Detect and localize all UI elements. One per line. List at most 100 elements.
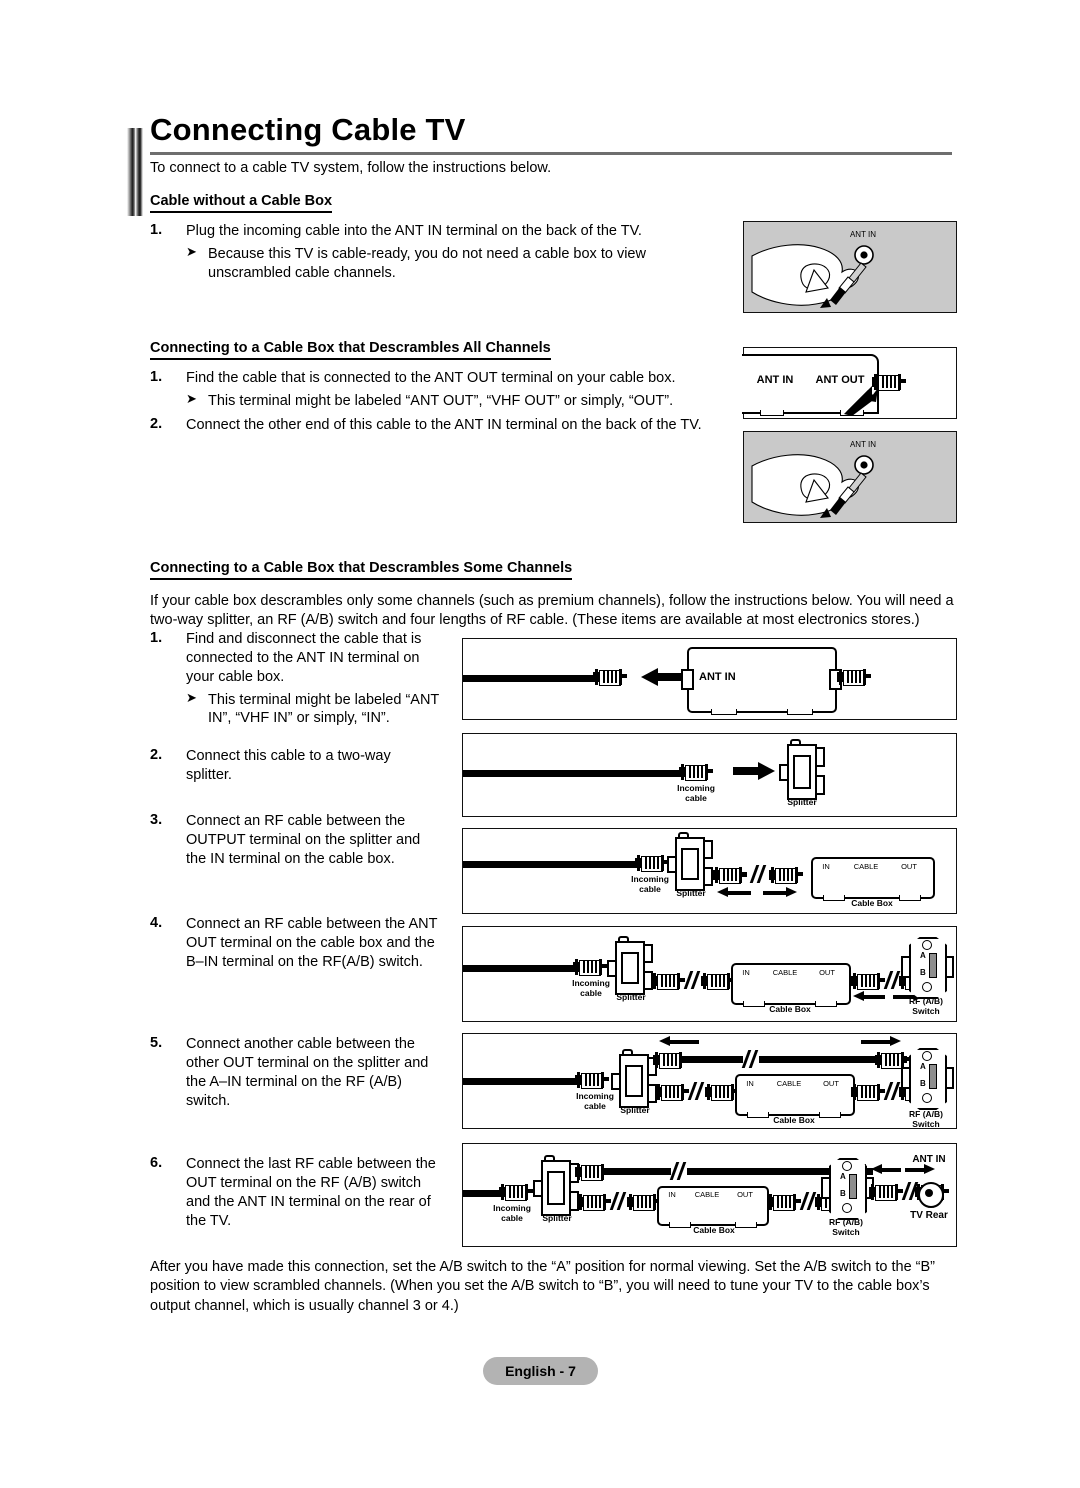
coax-connector-icon [679, 764, 713, 781]
cable-break-mark [609, 1192, 627, 1210]
coax-connector-icon [593, 669, 627, 686]
step-number: 1. [150, 222, 163, 238]
coax-connector-icon [869, 1184, 903, 1201]
cable-line [463, 770, 685, 777]
switch-position-b: B [840, 1188, 846, 1198]
direction-arrow-right-icon [733, 762, 775, 780]
coax-connector-icon [837, 669, 871, 686]
cable-break-mark [687, 1082, 705, 1100]
step-3-6: 6. Connect the last RF cable between the… [150, 1155, 440, 1230]
step-3-5: 5. Connect another cable between the oth… [150, 1035, 440, 1110]
step-3-4: 4. Connect an RF cable between the ANT O… [150, 915, 440, 972]
step-3-1: 1. Find and disconnect the cable that is… [150, 630, 440, 728]
step-text: Connect the other end of this cable to t… [186, 417, 702, 433]
splitter-icon [779, 739, 825, 800]
coax-connector-icon [851, 1084, 885, 1101]
box-port-in: IN [822, 862, 830, 871]
coax-connector-icon [653, 1052, 687, 1069]
label-cable-box: Cable Box [693, 1225, 735, 1235]
cable-line-upper [659, 1056, 907, 1063]
bullet-text: This terminal might be labeled “ANT OUT”… [208, 392, 674, 409]
box-port-in: IN [746, 1079, 754, 1088]
step-number: 3. [150, 812, 163, 828]
label-tv-rear: TV Rear [910, 1210, 948, 1221]
bullet-text: This terminal might be labeled “ANT IN”,… [208, 691, 440, 727]
coax-connector-icon [767, 1194, 801, 1211]
cable-box-foot [787, 709, 813, 715]
step-3-2: 2. Connect this cable to a two-way split… [150, 747, 440, 785]
direction-arrow-left-icon [641, 668, 681, 686]
splitter-icon [533, 1155, 579, 1216]
cable-line [463, 861, 641, 868]
switch-position-a: A [920, 1061, 926, 1071]
page-title: Connecting Cable TV [150, 112, 466, 147]
box-port-in: IN [668, 1190, 676, 1199]
label-rf-switch: RF (A/B) Switch [909, 1109, 943, 1129]
coax-connector-icon [635, 855, 669, 872]
subheading-cable-without-box: Cable without a Cable Box [150, 193, 333, 213]
figure-panel-1: ANT IN [462, 638, 957, 720]
figure-panel-2: Incoming cable Splitter [462, 733, 957, 817]
step-2-1: 1. Find the cable that is connected to t… [150, 369, 730, 411]
label-ant-in: ANT IN [912, 1154, 946, 1165]
step-number: 6. [150, 1155, 163, 1171]
figure-hand-ant-in-top: ANT IN [743, 221, 957, 313]
step-text: Find the cable that is connected to the … [186, 370, 676, 386]
rf-ab-switch-icon: A B [901, 937, 954, 999]
hand-illustration-icon [751, 244, 874, 308]
switch-position-b: B [920, 967, 926, 977]
page-footer-badge: English - 7 [483, 1357, 598, 1385]
label-cable-box: Cable Box [769, 1004, 811, 1014]
step-bullet: ➤ This terminal might be labeled “ANT OU… [186, 391, 730, 411]
box-port-out: OUT [737, 1190, 753, 1199]
cable-box-foot [760, 410, 784, 416]
coax-connector-icon [701, 973, 735, 990]
label-splitter: Splitter [620, 1105, 650, 1115]
figure-panel-5: Incoming cable Splitter IN CABLE OUT Cab… [462, 1033, 957, 1129]
direction-arrow-left-icon [717, 887, 751, 898]
cable-line [463, 1078, 581, 1085]
direction-arrow-left-icon [871, 1164, 901, 1175]
step-bullet: ➤ This terminal might be labeled “ANT IN… [186, 690, 440, 729]
coax-connector-icon [651, 973, 685, 990]
label-splitter: Splitter [676, 888, 706, 898]
label-splitter: Splitter [542, 1213, 572, 1223]
cable-line [463, 675, 598, 682]
direction-arrow-left-icon [659, 1036, 699, 1047]
coax-connector-icon [577, 1194, 611, 1211]
direction-arrow-left-icon [853, 991, 885, 1002]
step-bullet: ➤ Because this TV is cable-ready, you do… [186, 243, 720, 283]
step-number: 4. [150, 915, 163, 931]
direction-arrow-right-icon [763, 887, 797, 898]
coax-connector-icon [705, 1084, 739, 1101]
arrow-bullet-icon: ➤ [186, 243, 197, 259]
box-port-cable: CABLE [772, 968, 798, 977]
subheading-descrambles-some: Connecting to a Cable Box that Descrambl… [150, 560, 573, 580]
switch-position-a: A [920, 950, 926, 960]
direction-arrow-right-icon [905, 1164, 935, 1175]
step-number: 2. [150, 747, 163, 763]
step-text: Connect another cable between the other … [186, 1036, 429, 1109]
figure-panel-3: Incoming cable Splitter IN CABLE OUT Cab… [462, 828, 957, 914]
direction-arrow-right-icon [861, 1036, 901, 1047]
figure-panel-4: Incoming cable Splitter IN CABLE OUT Cab… [462, 926, 957, 1022]
step-text: Plug the incoming cable into the ANT IN … [186, 223, 642, 239]
coax-connector-icon [575, 1072, 609, 1089]
step-text: Find and disconnect the cable that is co… [186, 631, 422, 685]
coax-connector-icon [627, 1194, 661, 1211]
step-number: 2. [150, 416, 163, 432]
box-port-in: IN [742, 968, 750, 977]
splitter-icon [607, 936, 653, 995]
step-text: Connect an RF cable between the OUTPUT t… [186, 813, 421, 867]
cable-break-mark [741, 1050, 759, 1068]
coax-connector-icon [655, 1084, 689, 1101]
step-number: 5. [150, 1035, 163, 1051]
hand-illustration-icon [751, 454, 874, 518]
splitter-icon [611, 1049, 657, 1108]
step-number: 1. [150, 369, 163, 385]
figure-hand-ant-in-second: ANT IN [743, 431, 957, 523]
label-incoming-cable: Incoming cable [677, 783, 715, 803]
coax-connector-icon [573, 959, 607, 976]
coax-connector-icon [851, 973, 885, 990]
figure-cable-box-rear: ANT IN ANT OUT [742, 347, 957, 419]
